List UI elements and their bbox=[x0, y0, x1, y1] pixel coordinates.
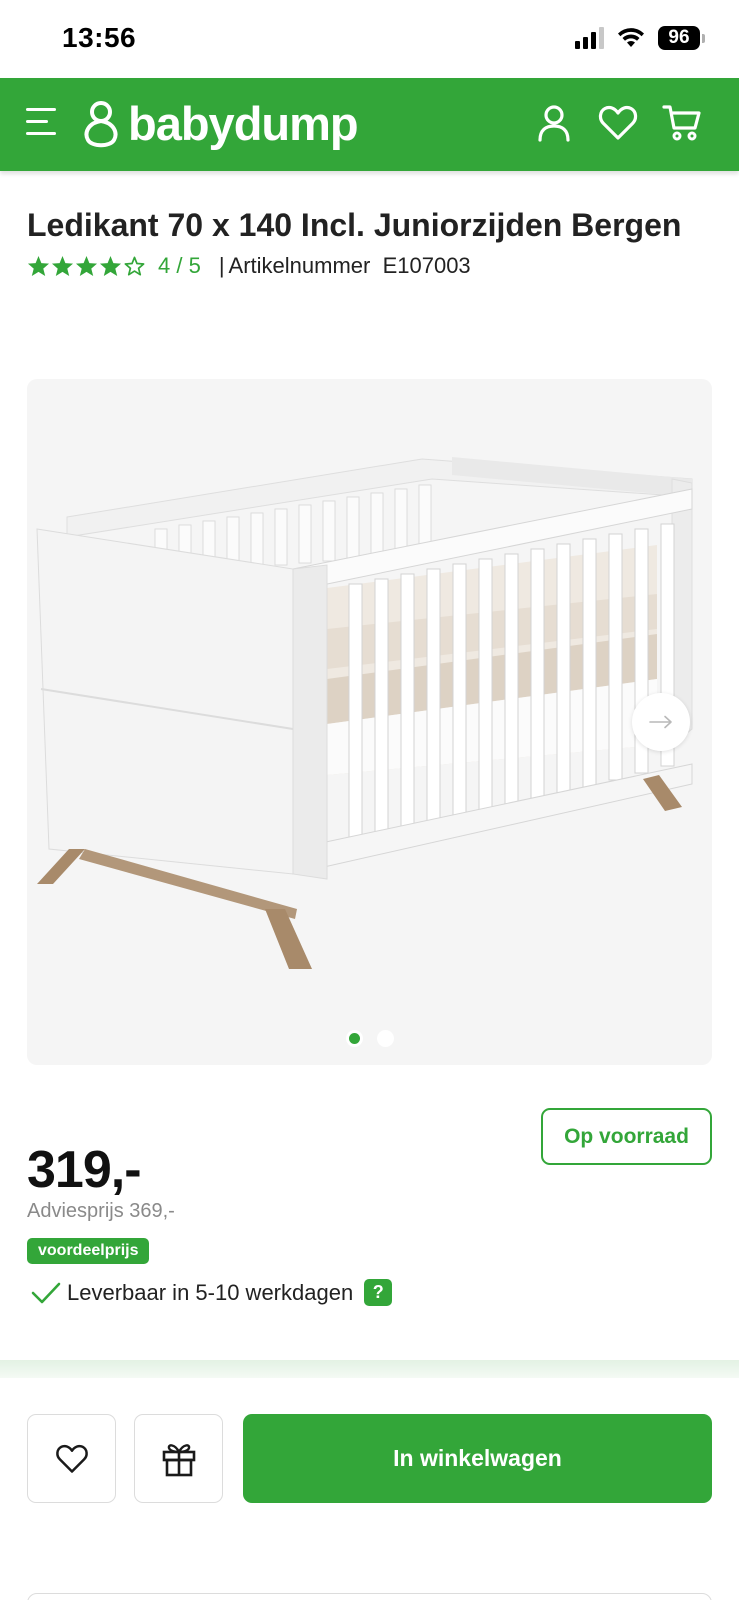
delivery-info: Leverbaar in 5-10 werkdagen ? bbox=[31, 1279, 393, 1306]
rating-stars[interactable] bbox=[27, 255, 146, 277]
logo[interactable]: babydump bbox=[82, 96, 359, 151]
gallery-dots bbox=[27, 1030, 712, 1047]
gallery-dot[interactable] bbox=[376, 1030, 394, 1047]
signal-icon bbox=[575, 27, 604, 49]
article-separator: | bbox=[218, 253, 225, 278]
article-label: Artikelnummer bbox=[228, 253, 371, 278]
gift-button[interactable] bbox=[134, 1414, 223, 1503]
delivery-text: Leverbaar in 5-10 werkdagen bbox=[67, 1279, 354, 1305]
next-section-card bbox=[27, 1593, 712, 1600]
status-icons: 96 bbox=[575, 26, 705, 50]
crib-image bbox=[36, 457, 693, 969]
star-filled-icon bbox=[99, 255, 122, 277]
battery-level: 96 bbox=[658, 26, 700, 50]
status-time: 13:56 bbox=[62, 22, 137, 53]
heart-icon bbox=[55, 1444, 88, 1473]
header-actions bbox=[533, 102, 703, 144]
bottom-bar-shadow bbox=[0, 1360, 739, 1378]
gift-icon bbox=[162, 1443, 195, 1476]
cart-icon[interactable] bbox=[661, 102, 703, 144]
star-filled-icon bbox=[27, 255, 50, 277]
status-bar: 13:56 96 bbox=[0, 0, 739, 78]
add-to-cart-button[interactable]: In winkelwagen bbox=[243, 1414, 712, 1503]
stock-badge: Op voorraad bbox=[541, 1108, 712, 1165]
arrow-right-icon bbox=[649, 715, 672, 729]
gallery-dot[interactable] bbox=[345, 1030, 363, 1047]
site-header: babydump bbox=[0, 78, 739, 171]
check-icon bbox=[31, 1282, 61, 1303]
star-filled-icon bbox=[75, 255, 98, 277]
product-gallery[interactable] bbox=[27, 379, 712, 1065]
battery-icon: 96 bbox=[658, 26, 705, 50]
article-value: E107003 bbox=[382, 253, 471, 278]
product-header: Ledikant 70 x 140 Incl. Juniorzijden Ber… bbox=[27, 204, 717, 279]
star-filled-icon bbox=[51, 255, 74, 277]
logo-mark-icon bbox=[84, 100, 118, 147]
gallery-next-button[interactable] bbox=[632, 693, 690, 751]
article-number: | Artikelnummer E107003 bbox=[219, 253, 471, 279]
heart-icon[interactable] bbox=[597, 102, 639, 144]
wifi-icon bbox=[618, 28, 644, 47]
rating-value[interactable]: 4 / 5 bbox=[158, 253, 201, 279]
account-icon[interactable] bbox=[533, 102, 575, 144]
star-empty-icon bbox=[124, 256, 145, 276]
price: 319,- bbox=[27, 1141, 142, 1199]
deal-badge: voordeelprijs bbox=[27, 1238, 150, 1264]
wishlist-button[interactable] bbox=[27, 1414, 116, 1503]
delivery-help-button[interactable]: ? bbox=[364, 1279, 393, 1306]
logo-text: babydump bbox=[128, 97, 359, 150]
product-title: Ledikant 70 x 140 Incl. Juniorzijden Ber… bbox=[27, 207, 682, 243]
menu-icon[interactable] bbox=[26, 108, 56, 140]
rating-row: 4 / 5 | Artikelnummer E107003 bbox=[27, 253, 717, 279]
advice-price: Adviesprijs 369,- bbox=[27, 1200, 175, 1222]
bottom-action-bar: In winkelwagen bbox=[0, 1378, 739, 1600]
